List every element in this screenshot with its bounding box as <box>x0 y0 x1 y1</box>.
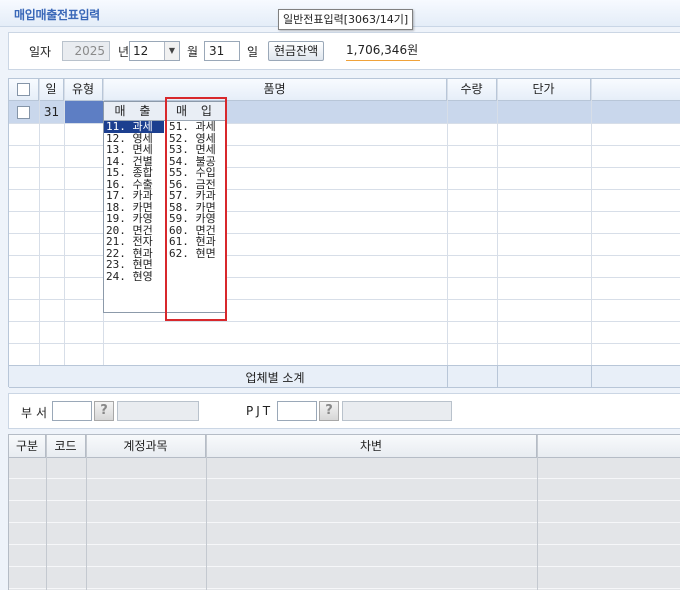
sales-type-list[interactable]: 11. 과세 12. 영세 13. 면세 14. 건별 15. 종합 16. 수출 17. … <box>104 121 164 282</box>
department-bar: 부서 ? PJT ? <box>8 393 680 429</box>
grid-column-divider <box>591 366 592 387</box>
table-row[interactable] <box>9 567 680 589</box>
table-row[interactable] <box>9 501 680 523</box>
chevron-down-icon[interactable]: ▼ <box>164 42 179 60</box>
date-bar: 일자 2025 년 12 ▼ 월 31 일 현금잔액 1,706,346원 <box>8 32 680 70</box>
type-option[interactable]: 17. 카과 <box>104 190 164 202</box>
month-value: 12 <box>133 44 149 58</box>
grid-column-divider <box>497 79 498 365</box>
header-day[interactable]: 일 <box>39 79 64 100</box>
type-option[interactable]: 11. 과세 <box>104 121 164 133</box>
grid-column-divider <box>39 79 40 365</box>
row-checkbox[interactable] <box>17 106 30 119</box>
pjt-code-input[interactable] <box>277 401 317 421</box>
subtotal-row: 업체별 소계 <box>9 365 680 388</box>
year-field: 2025 <box>62 41 110 61</box>
type-option[interactable]: 15. 종합 <box>104 167 164 179</box>
pjt-name-field <box>342 401 452 421</box>
grid-column-divider <box>537 435 538 590</box>
grid-header: 일 유형 품명 수량 단가 <box>9 79 680 101</box>
row-day[interactable]: 31 <box>39 105 64 119</box>
header-item-name[interactable]: 품명 <box>103 79 447 100</box>
header-unit-price[interactable]: 단가 <box>497 79 591 100</box>
table-row[interactable] <box>9 321 680 344</box>
dept-label: 부서 <box>21 406 52 420</box>
date-label: 일자 <box>29 45 52 59</box>
type-option[interactable]: 23. 현면 <box>104 259 164 271</box>
select-all-cell[interactable] <box>9 79 39 100</box>
table-row[interactable] <box>9 457 680 479</box>
header-debit[interactable]: 차변 <box>206 435 537 457</box>
table-row[interactable] <box>9 523 680 545</box>
grid-column-divider <box>86 435 87 590</box>
type-option[interactable]: 13. 면세 <box>104 144 164 156</box>
table-row[interactable] <box>9 545 680 567</box>
header-code[interactable]: 코드 <box>46 435 86 457</box>
tab-sales[interactable]: 매 출 <box>104 102 167 120</box>
highlight-box <box>165 97 227 321</box>
type-option[interactable]: 21. 전자 <box>104 236 164 248</box>
grid-column-divider <box>206 435 207 590</box>
dept-code-input[interactable] <box>52 401 92 421</box>
day-input[interactable]: 31 <box>204 41 240 61</box>
month-label: 월 <box>187 45 199 59</box>
row-type-cell[interactable] <box>64 101 103 123</box>
year-label: 년 <box>118 45 130 59</box>
dept-name-field <box>117 401 199 421</box>
pjt-help-icon[interactable]: ? <box>319 401 339 421</box>
month-select[interactable]: 12 ▼ <box>129 41 180 61</box>
header-blank <box>591 79 680 100</box>
cash-balance-button[interactable]: 현금잔액 <box>268 41 325 61</box>
journal-entry-grid: 구분 코드 계정과목 차변 <box>8 434 680 590</box>
dept-help-icon[interactable]: ? <box>94 401 114 421</box>
table-row[interactable] <box>9 479 680 501</box>
grid-column-divider <box>46 435 47 590</box>
select-all-checkbox[interactable] <box>17 83 30 96</box>
day-label: 일 <box>247 45 259 59</box>
grid-column-divider <box>447 79 448 365</box>
subtotal-label: 업체별 소계 <box>245 371 305 385</box>
header-division[interactable]: 구분 <box>9 435 46 457</box>
account-grid-header: 구분 코드 계정과목 차변 <box>9 435 680 458</box>
header-type[interactable]: 유형 <box>64 79 103 100</box>
grid-column-divider <box>497 366 498 387</box>
grid-column-divider <box>64 79 65 365</box>
grid-column-divider <box>447 366 448 387</box>
table-row[interactable] <box>9 343 680 365</box>
type-option[interactable]: 19. 카영 <box>104 213 164 225</box>
header-account[interactable]: 계정과목 <box>86 435 206 457</box>
tooltip: 일반전표입력[3063/14기] <box>278 9 414 30</box>
type-option[interactable]: 24. 현영 <box>104 270 164 283</box>
grid-column-divider <box>591 79 592 365</box>
pjt-label: PJT <box>246 404 274 418</box>
cash-balance-value: 1,706,346원 <box>346 41 420 61</box>
window-title: 매입매출전표입력 <box>14 8 100 22</box>
header-quantity[interactable]: 수량 <box>447 79 497 100</box>
